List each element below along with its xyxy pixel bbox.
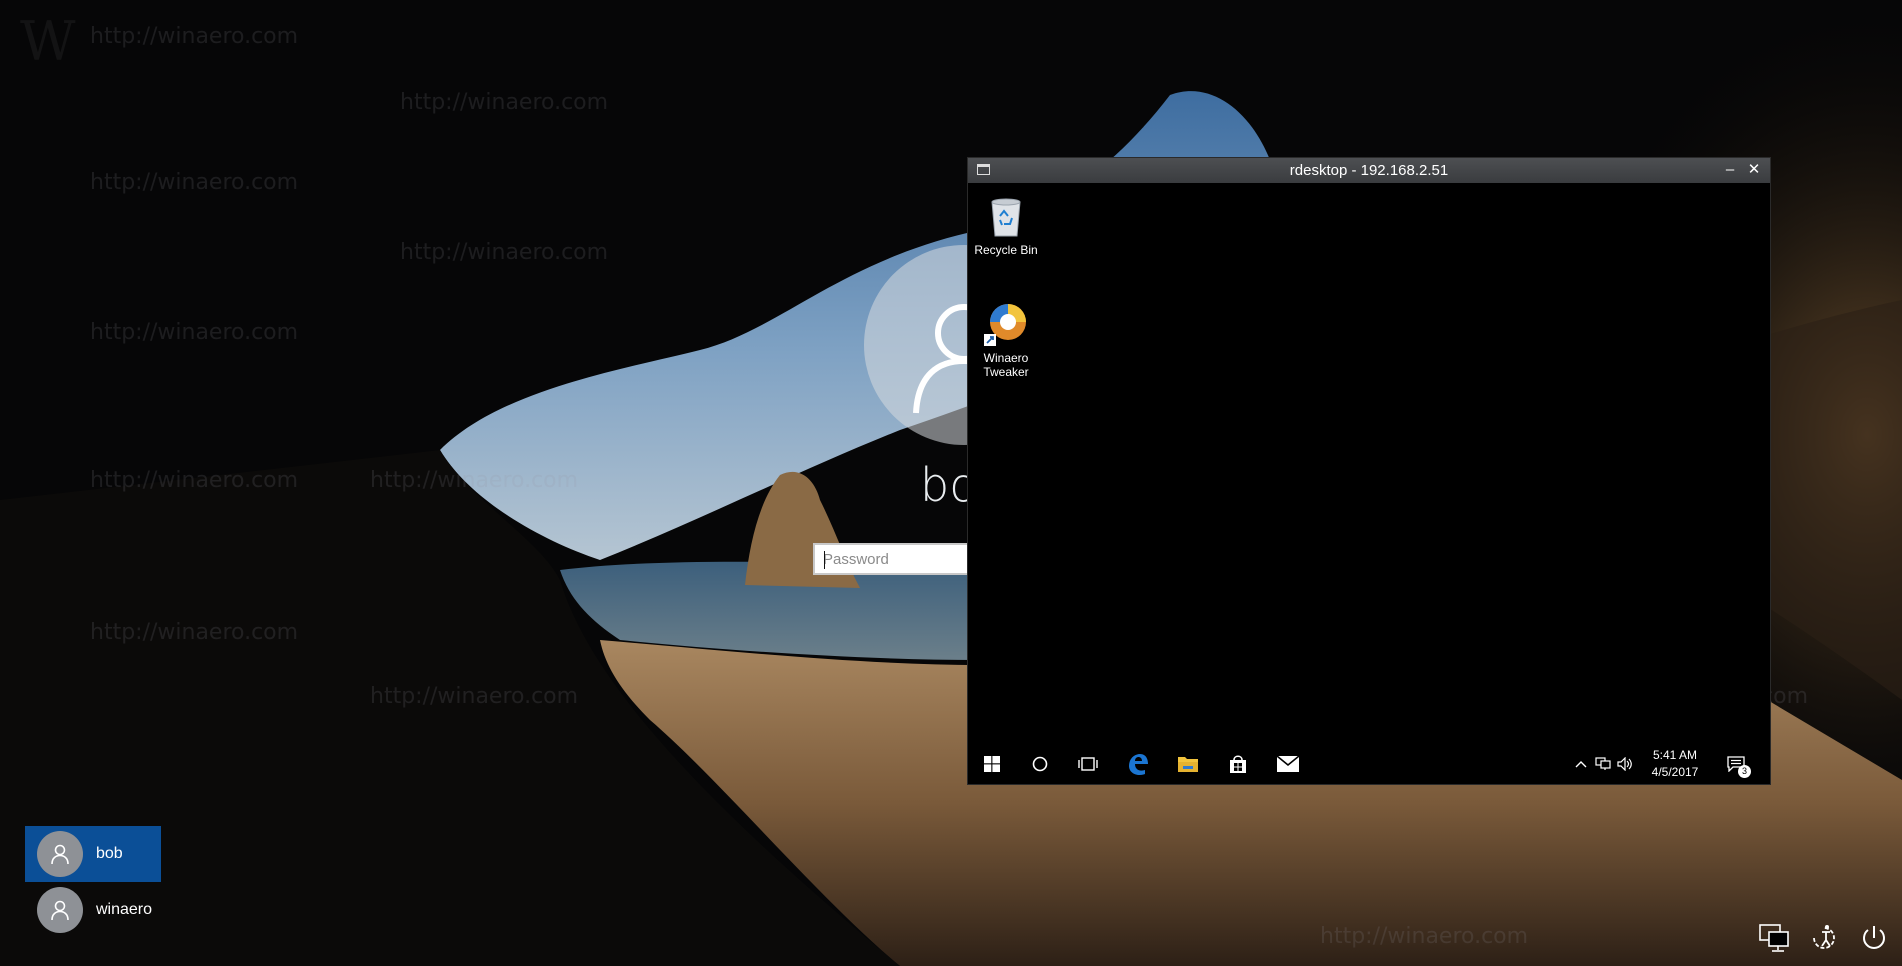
taskbar-clock[interactable]: 5:41 AM 4/5/2017 <box>1640 744 1710 784</box>
recycle-bin-icon <box>982 192 1030 240</box>
start-icon <box>984 756 1000 772</box>
mail-button[interactable] <box>1264 744 1312 784</box>
close-button[interactable]: ✕ <box>1744 160 1764 180</box>
chevron-up-icon[interactable] <box>1570 744 1592 784</box>
user-tile-label: winaero <box>96 901 153 918</box>
user-tile-label: bob <box>96 845 123 862</box>
store-button[interactable] <box>1214 744 1262 784</box>
desktop-icon-winaero-tweaker[interactable]: Winaero Tweaker <box>968 300 1044 379</box>
notification-count-badge: 3 <box>1738 765 1751 778</box>
mail-icon <box>1276 755 1300 772</box>
file-explorer-icon <box>1178 757 1198 772</box>
store-icon <box>1230 755 1246 773</box>
window-title: rdesktop - 192.168.2.51 <box>1289 162 1449 179</box>
desktop-icon-label: Recycle Bin <box>974 243 1038 257</box>
minimize-button[interactable]: – <box>1720 160 1740 180</box>
text-caret <box>824 551 825 569</box>
user-icon <box>51 844 69 865</box>
ease-of-access-icon[interactable] <box>1804 918 1844 958</box>
task-view-icon <box>1078 757 1098 771</box>
edge-icon <box>1129 754 1148 776</box>
desktop-icon-label: Winaero Tweaker <box>983 351 1029 379</box>
user-tile-bob[interactable]: bob <box>25 826 161 882</box>
clock-date: 4/5/2017 <box>1651 765 1699 779</box>
volume-icon[interactable] <box>1614 744 1636 784</box>
network-icon[interactable] <box>1754 918 1794 958</box>
user-list: bob winaero <box>25 826 161 938</box>
winaero-tweaker-icon <box>982 300 1030 348</box>
edge-button[interactable] <box>1114 744 1162 784</box>
password-input[interactable] <box>815 545 971 573</box>
desktop-icon-recycle-bin[interactable]: Recycle Bin <box>968 192 1044 257</box>
user-tile-winaero[interactable]: winaero <box>25 882 161 938</box>
password-field[interactable] <box>813 543 973 575</box>
action-center-button[interactable]: 3 <box>1716 744 1756 784</box>
avatar <box>37 887 83 933</box>
task-view-button[interactable] <box>1064 744 1112 784</box>
lock-screen-corner-controls <box>1754 918 1894 958</box>
file-explorer-button[interactable] <box>1164 744 1212 784</box>
rdesktop-window[interactable]: rdesktop - 192.168.2.51 – ✕ Recycle Bin <box>968 158 1770 784</box>
avatar <box>37 831 83 877</box>
cortana-button[interactable] <box>1016 744 1064 784</box>
start-button[interactable] <box>968 744 1016 784</box>
power-icon[interactable] <box>1854 918 1894 958</box>
cortana-icon <box>1032 756 1048 772</box>
remote-taskbar: 5:41 AM 4/5/2017 3 <box>968 744 1766 784</box>
network-icon[interactable] <box>1592 744 1614 784</box>
user-icon <box>51 900 69 921</box>
window-titlebar[interactable]: rdesktop - 192.168.2.51 – ✕ <box>968 158 1770 183</box>
clock-time: 5:41 AM <box>1652 748 1698 762</box>
